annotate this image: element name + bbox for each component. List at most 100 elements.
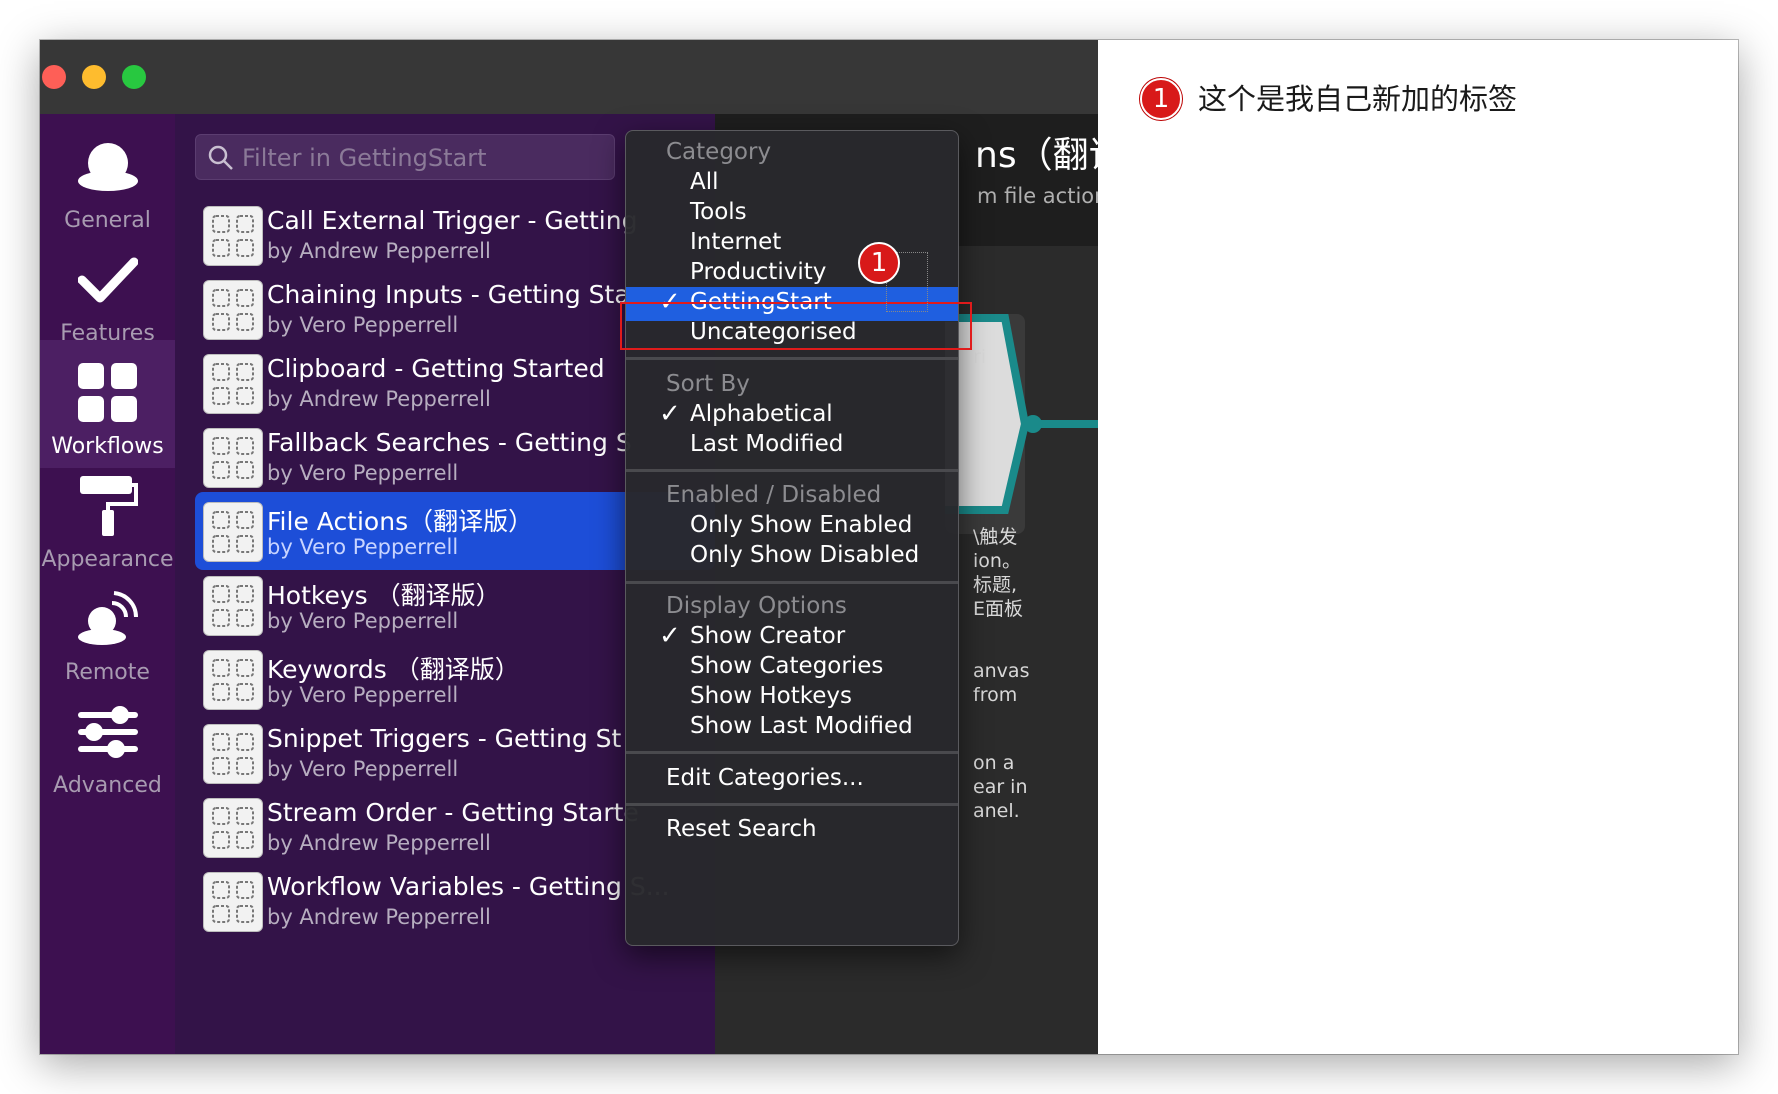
workflow-author: by Vero Pepperrell [267, 461, 459, 485]
menu-separator [626, 357, 958, 360]
canvas-text: \触发 [973, 526, 1018, 548]
menu-item-reset-search[interactable]: Reset Search [626, 814, 958, 848]
menu-separator [626, 469, 958, 472]
sidebar-item-features[interactable]: Features [40, 227, 175, 355]
zoom-window-button[interactable] [122, 65, 146, 89]
annotation-badge: 1 [1140, 78, 1182, 120]
workflow-icon [203, 280, 263, 340]
sidebar-item-remote[interactable]: Remote [40, 566, 175, 694]
titlebar [40, 40, 1098, 115]
workflow-title: Fallback Searches - Getting S [267, 428, 632, 457]
preferences-window: General Features Workflows Appearance Re… [40, 40, 1738, 1054]
menu-header-display: Display Options [666, 593, 847, 619]
sliders-icon [40, 697, 175, 767]
menu-item-only-show-enabled[interactable]: Only Show Enabled [626, 510, 958, 544]
workflow-author: by Vero Pepperrell [267, 313, 459, 337]
menu-item-show-hotkeys[interactable]: Show Hotkeys [626, 681, 958, 715]
workflow-title: File Actions（翻译版） [267, 507, 534, 536]
workflow-title: Stream Order - Getting Starte [267, 798, 639, 827]
workflow-author: by Vero Pepperrell [267, 535, 459, 559]
canvas-text: ion。 [973, 550, 1021, 572]
menu-item-label: Alphabetical [690, 401, 833, 427]
menu-separator [626, 581, 958, 584]
workflow-canvas-node[interactable] [945, 314, 1098, 554]
menu-item-edit-categories[interactable]: Edit Categories... [626, 763, 958, 797]
close-window-button[interactable] [42, 65, 66, 89]
menu-separator [626, 751, 958, 754]
detail-title: ns（翻译 [975, 135, 1098, 176]
filter-placeholder: Filter in GettingStart [242, 144, 487, 172]
alfred-preferences-app: General Features Workflows Appearance Re… [40, 40, 1098, 1054]
menu-item-category-tools[interactable]: Tools [626, 197, 958, 231]
menu-separator [626, 803, 958, 806]
menu-item-sort-alphabetical[interactable]: ✓ Alphabetical [626, 399, 958, 433]
menu-item-show-categories[interactable]: Show Categories [626, 651, 958, 685]
canvas-text: E面板 [973, 598, 1024, 620]
workflow-title: Keywords （翻译版） [267, 655, 520, 684]
workflow-icon [203, 650, 263, 710]
workflow-author: by Andrew Pepperrell [267, 387, 491, 411]
menu-item-category-all[interactable]: All [626, 167, 958, 201]
menu-item-label: Tools [690, 199, 747, 225]
workflow-author: by Vero Pepperrell [267, 609, 459, 633]
menu-item-label: Show Categories [690, 653, 884, 679]
menu-item-only-show-disabled[interactable]: Only Show Disabled [626, 540, 958, 574]
sidebar: General Features Workflows Appearance Re… [40, 114, 175, 1054]
workflow-icon [203, 428, 263, 488]
canvas-text: anel. [973, 800, 1020, 822]
menu-header-sort: Sort By [666, 371, 750, 397]
canvas-text: on a [973, 752, 1015, 774]
sidebar-item-general[interactable]: General [40, 114, 175, 242]
canvas-text: 标题, [973, 574, 1018, 596]
sidebar-item-advanced[interactable]: Advanced [40, 679, 175, 807]
menu-header-enabled: Enabled / Disabled [666, 482, 882, 508]
menu-item-label: All [690, 169, 719, 195]
annotation-badge: 1 [858, 242, 900, 284]
workflow-icon [203, 502, 263, 562]
workflow-title: Clipboard - Getting Started [267, 354, 605, 383]
menu-item-label: Show Last Modified [690, 713, 913, 739]
menu-item-show-last-modified[interactable]: Show Last Modified [626, 711, 958, 745]
menu-item-label: Reset Search [666, 816, 817, 842]
paint-roller-icon [40, 471, 175, 541]
minimize-window-button[interactable] [82, 65, 106, 89]
workflow-title: Workflow Variables - Getting S... [267, 872, 670, 901]
workflow-title: Snippet Triggers - Getting St [267, 724, 622, 753]
workflow-author: by Vero Pepperrell [267, 683, 459, 707]
workflow-title: Hotkeys （翻译版） [267, 581, 501, 610]
detail-subtitle: m file action t [977, 184, 1098, 208]
sidebar-item-label: Advanced [53, 773, 162, 798]
canvas-text: ri [973, 346, 987, 368]
filter-input[interactable]: Filter in GettingStart [195, 134, 615, 180]
menu-item-label: Productivity [690, 259, 827, 285]
workflow-author: by Andrew Pepperrell [267, 239, 491, 263]
cloud-hat-icon [40, 132, 175, 202]
grid-icon [40, 358, 175, 428]
sidebar-item-appearance[interactable]: Appearance [40, 453, 175, 581]
menu-item-label: Only Show Enabled [690, 512, 913, 538]
canvas-text: ear in [973, 776, 1028, 798]
menu-item-show-creator[interactable]: ✓ Show Creator [626, 621, 958, 655]
menu-item-sort-last-modified[interactable]: Last Modified [626, 429, 958, 463]
workflow-icon [203, 576, 263, 636]
workflow-author: by Andrew Pepperrell [267, 905, 491, 929]
checkmark-icon: ✓ [659, 621, 681, 651]
menu-item-label: Only Show Disabled [690, 542, 920, 568]
workflow-author: by Vero Pepperrell [267, 757, 459, 781]
workflow-author: by Andrew Pepperrell [267, 831, 491, 855]
annotation-text: 这个是我自己新加的标签 [1198, 82, 1518, 116]
workflow-icon [203, 798, 263, 858]
menu-item-label: Show Creator [690, 623, 846, 649]
canvas-text: from [973, 684, 1018, 706]
menu-item-label: Internet [690, 229, 782, 255]
workflow-icon [203, 206, 263, 266]
sidebar-item-workflows[interactable]: Workflows [40, 340, 175, 468]
workflow-title: Call External Trigger - Getting [267, 206, 638, 235]
menu-item-label: Edit Categories... [666, 765, 864, 791]
remote-broadcast-icon [40, 584, 175, 654]
menu-item-label: Show Hotkeys [690, 683, 852, 709]
workflow-icon [203, 354, 263, 414]
workflow-icon [203, 724, 263, 784]
workflow-icon [203, 872, 263, 932]
checkmark-icon [40, 245, 175, 315]
